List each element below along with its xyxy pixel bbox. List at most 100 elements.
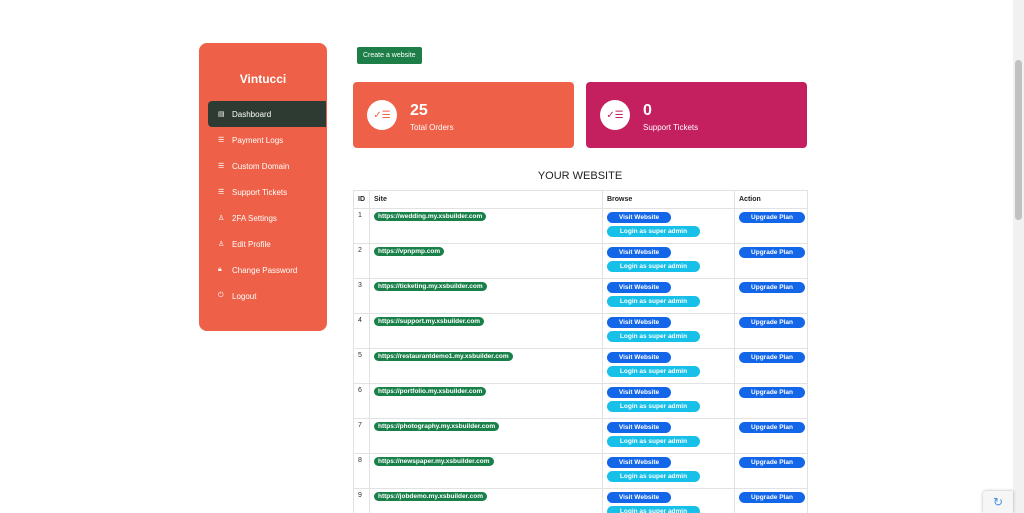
recaptcha-badge[interactable]: ↻	[983, 491, 1013, 513]
table-row: 4 https://support.my.xsbuilder.com Visit W…	[353, 313, 808, 349]
tickets-icon: ✓☰	[600, 100, 630, 130]
sidebar-item-logout[interactable]: ⏻ Logout	[208, 283, 326, 309]
login-super-admin-button[interactable]: Login as super admin	[607, 506, 700, 513]
websites-table: ID Site Browse Action 1 https://wedding.m…	[353, 190, 808, 513]
table-row: 1 https://wedding.my.xsbuilder.com Visit W…	[353, 208, 808, 244]
action-cell: Upgrade Plan	[734, 243, 808, 279]
sidebar-nav: ▤ Dashboard ☰ Payment Logs ☰ Custom Domain ☰ Su…	[208, 101, 326, 309]
sidebar-item-label: Payment Logs	[232, 135, 284, 145]
site-cell: https://newspaper.my.xsbuilder.com	[369, 453, 603, 489]
row-id: 3	[353, 278, 370, 314]
site-url-link[interactable]: https://ticketing.my.xsbuilder.com	[374, 282, 487, 291]
site-url-link[interactable]: https://vpnpmp.com	[374, 247, 445, 256]
action-cell: Upgrade Plan	[734, 313, 808, 349]
table-row: 6 https://portfolio.my.xsbuilder.com Visit…	[353, 383, 808, 419]
sidebar-item-label: Custom Domain	[232, 161, 290, 171]
row-id: 7	[353, 418, 370, 454]
site-cell: https://restaurantdemo1.my.xsbuilder.com	[369, 348, 603, 384]
sidebar: Vintucci ▤ Dashboard ☰ Payment Logs ☰ Custom …	[199, 43, 327, 331]
section-title: YOUR WEBSITE	[537, 170, 623, 182]
site-url-link[interactable]: https://newspaper.my.xsbuilder.com	[374, 457, 494, 466]
visit-website-button[interactable]: Visit Website	[607, 457, 671, 468]
row-id: 5	[353, 348, 370, 384]
site-url-link[interactable]: https://support.my.xsbuilder.com	[374, 317, 485, 326]
action-cell: Upgrade Plan	[734, 488, 808, 513]
login-super-admin-button[interactable]: Login as super admin	[607, 366, 700, 377]
login-super-admin-button[interactable]: Login as super admin	[607, 261, 700, 272]
action-cell: Upgrade Plan	[734, 348, 808, 384]
browse-cell: Visit Website Login as super admin	[602, 383, 735, 419]
support-tickets-label: Support Tickets	[643, 123, 699, 132]
site-cell: https://wedding.my.xsbuilder.com	[369, 208, 603, 244]
browse-cell: Visit Website Login as super admin	[602, 278, 735, 314]
table-row: 9 https://jobdemo.my.xsbuilder.com Visit W…	[353, 488, 808, 513]
upgrade-plan-button[interactable]: Upgrade Plan	[739, 317, 805, 328]
login-super-admin-button[interactable]: Login as super admin	[607, 436, 700, 447]
recaptcha-icon: ↻	[992, 495, 1004, 509]
upgrade-plan-button[interactable]: Upgrade Plan	[739, 492, 805, 503]
login-super-admin-button[interactable]: Login as super admin	[607, 226, 700, 237]
sidebar-item-label: Logout	[232, 291, 257, 301]
visit-website-button[interactable]: Visit Website	[607, 387, 671, 398]
site-cell: https://jobdemo.my.xsbuilder.com	[369, 488, 603, 513]
row-id: 8	[353, 453, 370, 489]
visit-website-button[interactable]: Visit Website	[607, 352, 671, 363]
sidebar-item-support-tickets[interactable]: ☰ Support Tickets	[208, 179, 326, 205]
visit-website-button[interactable]: Visit Website	[607, 212, 671, 223]
login-super-admin-button[interactable]: Login as super admin	[607, 296, 700, 307]
site-url-link[interactable]: https://photography.my.xsbuilder.com	[374, 422, 500, 431]
column-header-id: ID	[353, 190, 370, 209]
upgrade-plan-button[interactable]: Upgrade Plan	[739, 457, 805, 468]
upgrade-plan-button[interactable]: Upgrade Plan	[739, 422, 805, 433]
scrollbar-thumb[interactable]	[1015, 60, 1022, 220]
visit-website-button[interactable]: Visit Website	[607, 247, 671, 258]
visit-website-button[interactable]: Visit Website	[607, 492, 671, 503]
brand-logo: Vintucci	[239, 72, 287, 86]
sidebar-item-dashboard[interactable]: ▤ Dashboard	[208, 101, 326, 127]
site-url-link[interactable]: https://jobdemo.my.xsbuilder.com	[374, 492, 487, 501]
list-icon: ☰	[218, 137, 225, 144]
site-url-link[interactable]: https://portfolio.my.xsbuilder.com	[374, 387, 487, 396]
site-cell: https://photography.my.xsbuilder.com	[369, 418, 603, 454]
total-orders-card: ✓☰ 25 Total Orders	[353, 82, 574, 148]
upgrade-plan-button[interactable]: Upgrade Plan	[739, 352, 805, 363]
visit-website-button[interactable]: Visit Website	[607, 317, 671, 328]
login-super-admin-button[interactable]: Login as super admin	[607, 471, 700, 482]
upgrade-plan-button[interactable]: Upgrade Plan	[739, 282, 805, 293]
visit-website-button[interactable]: Visit Website	[607, 422, 671, 433]
list-icon: ☰	[218, 189, 225, 196]
sidebar-item-label: 2FA Settings	[232, 213, 277, 223]
row-id: 6	[353, 383, 370, 419]
upgrade-plan-button[interactable]: Upgrade Plan	[739, 212, 805, 223]
browse-cell: Visit Website Login as super admin	[602, 208, 735, 244]
upgrade-plan-button[interactable]: Upgrade Plan	[739, 387, 805, 398]
table-row: 7 https://photography.my.xsbuilder.com Vis…	[353, 418, 808, 454]
sidebar-item-change-password[interactable]: 🔒︎ Change Password	[208, 257, 326, 283]
login-super-admin-button[interactable]: Login as super admin	[607, 401, 700, 412]
page-scrollbar[interactable]	[1013, 0, 1024, 513]
action-cell: Upgrade Plan	[734, 208, 808, 244]
grid-icon: ▤	[218, 111, 225, 118]
browse-cell: Visit Website Login as super admin	[602, 243, 735, 279]
table-row: 3 https://ticketing.my.xsbuilder.com Visit…	[353, 278, 808, 314]
user-icon: ♙	[218, 241, 225, 248]
sidebar-item-edit-profile[interactable]: ♙ Edit Profile	[208, 231, 326, 257]
create-website-button[interactable]: Create a website	[357, 47, 422, 64]
table-row: 5 https://restaurantdemo1.my.xsbuilder.co…	[353, 348, 808, 384]
support-tickets-card: ✓☰ 0 Support Tickets	[586, 82, 807, 148]
site-url-link[interactable]: https://wedding.my.xsbuilder.com	[374, 212, 487, 221]
user-icon: ♙	[218, 215, 225, 222]
sidebar-item-2fa-settings[interactable]: ♙ 2FA Settings	[208, 205, 326, 231]
row-id: 9	[353, 488, 370, 513]
total-orders-label: Total Orders	[410, 123, 454, 132]
sidebar-item-custom-domain[interactable]: ☰ Custom Domain	[208, 153, 326, 179]
upgrade-plan-button[interactable]: Upgrade Plan	[739, 247, 805, 258]
sidebar-item-payment-logs[interactable]: ☰ Payment Logs	[208, 127, 326, 153]
browse-cell: Visit Website Login as super admin	[602, 418, 735, 454]
visit-website-button[interactable]: Visit Website	[607, 282, 671, 293]
sidebar-item-label: Edit Profile	[232, 239, 271, 249]
lock-icon: 🔒︎	[218, 266, 222, 273]
site-url-link[interactable]: https://restaurantdemo1.my.xsbuilder.com	[374, 352, 513, 361]
login-super-admin-button[interactable]: Login as super admin	[607, 331, 700, 342]
row-id: 1	[353, 208, 370, 244]
